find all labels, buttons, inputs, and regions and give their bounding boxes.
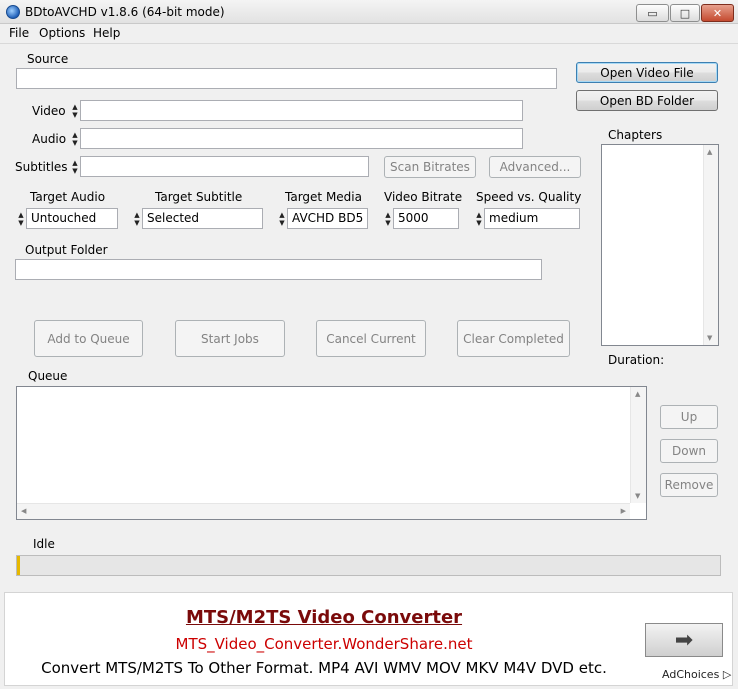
spin-up-icon: ▲ — [72, 102, 78, 111]
video-field[interactable] — [80, 100, 523, 121]
speed-quality-field[interactable]: medium — [484, 208, 580, 229]
close-button[interactable]: ✕ — [701, 4, 734, 22]
output-folder-label: Output Folder — [25, 243, 108, 257]
queue-remove-button[interactable]: Remove — [660, 473, 718, 497]
target-subtitle-field[interactable]: Selected — [142, 208, 263, 229]
video-bitrate-spinner[interactable]: ▲ ▼ — [383, 208, 393, 229]
arrow-right-icon: ➡ — [674, 627, 694, 653]
queue-label: Queue — [28, 369, 68, 383]
target-subtitle-label: Target Subtitle — [155, 190, 243, 204]
spin-down-icon: ▼ — [385, 218, 391, 227]
spin-up-icon: ▲ — [72, 130, 78, 139]
add-to-queue-button[interactable]: Add to Queue — [34, 320, 143, 357]
spin-down-icon: ▼ — [72, 166, 78, 175]
open-bd-folder-button[interactable]: Open BD Folder — [576, 90, 718, 111]
maximize-icon: □ — [679, 6, 691, 20]
maximize-button[interactable]: □ — [670, 4, 700, 22]
ad-url-link[interactable]: MTS_Video_Converter.WonderShare.net — [0, 635, 648, 653]
scroll-up-icon[interactable]: ▲ — [635, 390, 640, 398]
spin-down-icon: ▼ — [18, 218, 24, 227]
adchoices-link[interactable]: AdChoices ▷ — [662, 668, 731, 681]
target-media-label: Target Media — [285, 190, 362, 204]
spin-up-icon: ▲ — [72, 158, 78, 167]
close-icon: ✕ — [712, 6, 723, 20]
source-label: Source — [27, 52, 69, 66]
menu-options[interactable]: Options — [39, 26, 85, 40]
spin-up-icon: ▲ — [279, 210, 285, 219]
output-folder-field[interactable] — [15, 259, 542, 280]
start-jobs-button[interactable]: Start Jobs — [175, 320, 285, 357]
scroll-up-icon[interactable]: ▲ — [707, 148, 712, 156]
spin-up-icon: ▲ — [134, 210, 140, 219]
target-subtitle-spinner[interactable]: ▲ ▼ — [132, 208, 142, 229]
queue-list[interactable]: ▲ ▼ ◀ ▶ — [16, 386, 647, 520]
spin-down-icon: ▼ — [72, 138, 78, 147]
scroll-right-icon[interactable]: ▶ — [621, 507, 626, 515]
spin-down-icon: ▼ — [134, 218, 140, 227]
status-text: Idle — [33, 537, 55, 551]
clear-completed-button[interactable]: Clear Completed — [457, 320, 570, 357]
adchoices-label: AdChoices — [662, 668, 720, 681]
duration-label: Duration: — [608, 353, 665, 367]
video-spinner[interactable]: ▲ ▼ — [70, 100, 80, 121]
queue-down-button[interactable]: Down — [660, 439, 718, 463]
queue-hscrollbar[interactable]: ◀ ▶ — [17, 503, 630, 519]
ad-title-link[interactable]: MTS/M2TS Video Converter — [0, 607, 648, 628]
scroll-down-icon[interactable]: ▼ — [635, 492, 640, 500]
spin-up-icon: ▲ — [18, 210, 24, 219]
source-field[interactable] — [16, 68, 557, 89]
cancel-current-button[interactable]: Cancel Current — [316, 320, 426, 357]
minimize-button[interactable]: ▭ — [636, 4, 669, 22]
chapters-list[interactable]: ▲ ▼ — [601, 144, 719, 346]
speed-quality-spinner[interactable]: ▲ ▼ — [474, 208, 484, 229]
target-audio-field[interactable]: Untouched — [26, 208, 118, 229]
video-bitrate-field[interactable]: 5000 — [393, 208, 459, 229]
spin-down-icon: ▼ — [279, 218, 285, 227]
spin-up-icon: ▲ — [476, 210, 482, 219]
queue-up-button[interactable]: Up — [660, 405, 718, 429]
target-media-spinner[interactable]: ▲ ▼ — [277, 208, 287, 229]
spin-down-icon: ▼ — [476, 218, 482, 227]
subtitles-spinner[interactable]: ▲ ▼ — [70, 156, 80, 177]
minimize-icon: ▭ — [647, 6, 658, 20]
audio-spinner[interactable]: ▲ ▼ — [70, 128, 80, 149]
progress-bar — [16, 555, 721, 576]
open-video-file-button[interactable]: Open Video File — [576, 62, 718, 83]
subtitles-label: Subtitles — [15, 160, 68, 174]
progress-marker — [17, 556, 20, 575]
spin-up-icon: ▲ — [385, 210, 391, 219]
app-icon — [6, 5, 20, 19]
speed-quality-label: Speed vs. Quality — [476, 190, 582, 204]
target-audio-spinner[interactable]: ▲ ▼ — [16, 208, 26, 229]
video-bitrate-label: Video Bitrate — [384, 190, 463, 204]
adchoices-icon: ▷ — [722, 668, 732, 681]
chapters-label: Chapters — [608, 128, 663, 142]
spin-down-icon: ▼ — [72, 110, 78, 119]
queue-vscrollbar[interactable]: ▲ ▼ — [630, 387, 646, 503]
chapters-scrollbar[interactable]: ▲ ▼ — [703, 145, 718, 345]
menu-help[interactable]: Help — [93, 26, 120, 40]
subtitles-field[interactable] — [80, 156, 369, 177]
audio-field[interactable] — [80, 128, 523, 149]
audio-label: Audio — [32, 132, 67, 146]
ad-description: Convert MTS/M2TS To Other Format. MP4 AV… — [41, 659, 607, 677]
window-title: BDtoAVCHD v1.8.6 (64-bit mode) — [25, 5, 225, 19]
target-audio-label: Target Audio — [30, 190, 106, 204]
ad-go-button[interactable]: ➡ — [645, 623, 723, 657]
scan-bitrates-button[interactable]: Scan Bitrates — [384, 156, 476, 178]
scroll-down-icon[interactable]: ▼ — [707, 334, 712, 342]
scroll-left-icon[interactable]: ◀ — [21, 507, 26, 515]
advanced-button[interactable]: Advanced... — [489, 156, 581, 178]
target-media-field[interactable]: AVCHD BD5 — [287, 208, 368, 229]
video-label: Video — [32, 104, 66, 118]
menu-file[interactable]: File — [9, 26, 29, 40]
